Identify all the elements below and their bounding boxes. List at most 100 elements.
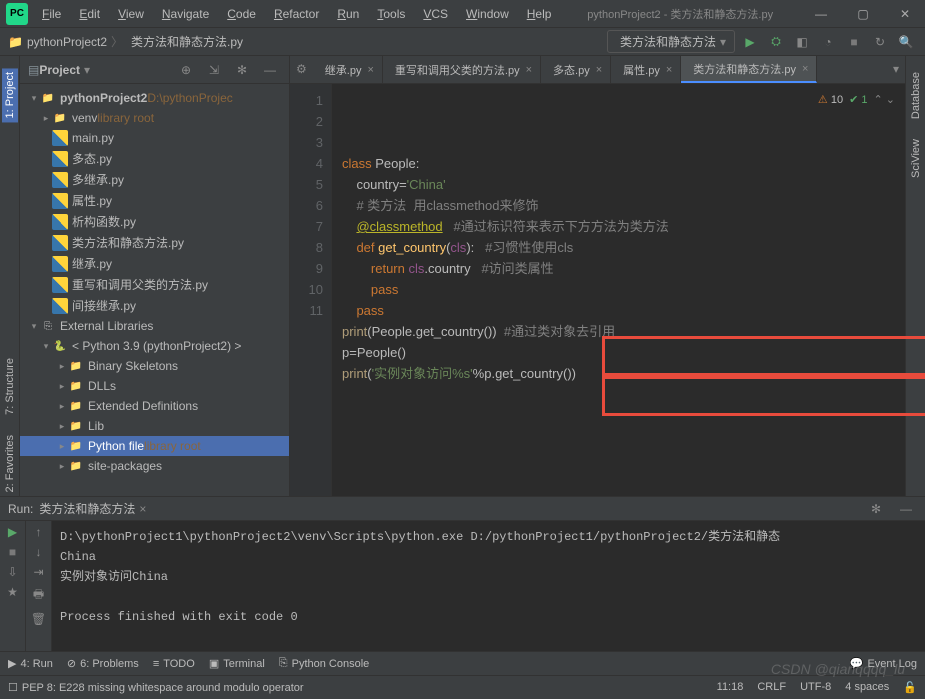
stop-button[interactable]: ■ (843, 31, 865, 53)
coverage-button[interactable]: ◧ (791, 31, 813, 53)
tree-node[interactable]: ▸📁Python file library root (20, 436, 289, 456)
tree-node[interactable]: 析构函数.py (20, 211, 289, 232)
run-label: Run: (8, 502, 33, 516)
tree-node[interactable]: 重写和调用父类的方法.py (20, 274, 289, 295)
title-bar: PC FileEditViewNavigateCodeRefactorRunTo… (0, 0, 925, 28)
favorites-tool-tab[interactable]: 2: Favorites (2, 431, 18, 496)
status-bar: ☐ PEP 8: E228 missing whitespace around … (0, 675, 925, 699)
tree-node[interactable]: 类方法和静态方法.py (20, 232, 289, 253)
checks-badge[interactable]: ✔ 1 (849, 90, 867, 111)
menu-bar: FileEditViewNavigateCodeRefactorRunTools… (34, 3, 559, 25)
expand-icon[interactable]: ⇲ (203, 59, 225, 81)
menu-tools[interactable]: Tools (369, 3, 413, 25)
tree-node[interactable]: 继承.py (20, 253, 289, 274)
run-hide-icon[interactable]: — (895, 498, 917, 520)
hide-panel-icon[interactable]: — (259, 59, 281, 81)
editor-tabs: ⚙ 继承.py×重写和调用父类的方法.py×多态.py×属性.py×类方法和静态… (290, 56, 905, 84)
project-header-title: Project (39, 63, 80, 77)
editor-area: ⚙ 继承.py×重写和调用父类的方法.py×多态.py×属性.py×类方法和静态… (290, 56, 905, 496)
tree-node[interactable]: ▸📁DLLs (20, 376, 289, 396)
tree-node[interactable]: 多态.py (20, 148, 289, 169)
maximize-button[interactable]: ▢ (843, 0, 883, 28)
editor-tab[interactable]: 继承.py× (313, 56, 383, 83)
scroll-down-icon[interactable]: ↓ (36, 545, 42, 559)
tree-node[interactable]: 多继承.py (20, 169, 289, 190)
tree-node[interactable]: ▾⎘External Libraries (20, 316, 289, 336)
warnings-badge[interactable]: 10 (818, 90, 843, 111)
minimize-button[interactable]: — (801, 0, 841, 28)
line-number-gutter: 1234567891011 (290, 84, 332, 496)
clear-icon[interactable]: 🗑 (31, 612, 46, 626)
locate-icon[interactable]: ⊕ (175, 59, 197, 81)
rerun-button[interactable]: ▶ (8, 525, 17, 539)
python-console-tool-button[interactable]: ⎘ Python Console (279, 657, 369, 670)
navigation-bar: 📁 pythonProject2 〉 类方法和静态方法.py 类方法和静态方法 … (0, 28, 925, 56)
run-configuration-dropdown[interactable]: 类方法和静态方法 ▾ (607, 30, 735, 53)
bottom-tool-stripe: ▶ 4: Run ⊘ 6: Problems ≡ TODO ▣ Terminal… (0, 651, 925, 675)
run-output[interactable]: D:\pythonProject1\pythonProject2\venv\Sc… (52, 521, 925, 651)
run-tool-window: Run: 类方法和静态方法 × ✻ — ▶ ■ ⇩ ★ ↑ ↓ ⇥ 🖶 🗑 D:… (0, 496, 925, 651)
breadcrumb[interactable]: 📁 pythonProject2 〉 类方法和静态方法.py (8, 33, 243, 50)
run-button[interactable]: ▶ (739, 31, 761, 53)
right-tool-stripe: Database SciView (905, 56, 925, 496)
editor-tab[interactable]: 属性.py× (611, 56, 681, 83)
tree-node[interactable]: ▸📁venv library root (20, 108, 289, 128)
menu-window[interactable]: Window (458, 3, 517, 25)
crumb-root: pythonProject2 (27, 35, 107, 49)
tree-node[interactable]: 间接继承.py (20, 295, 289, 316)
menu-code[interactable]: Code (219, 3, 264, 25)
tree-node[interactable]: ▾🐍< Python 3.9 (pythonProject2) > (20, 336, 289, 356)
code-content[interactable]: 10 ✔ 1 ⌃ ⌄ class People: country='China'… (332, 84, 905, 496)
menu-view[interactable]: View (110, 3, 152, 25)
problems-tool-button[interactable]: ⊘ 6: Problems (67, 657, 139, 670)
soft-wrap-icon[interactable]: ⇥ (33, 565, 43, 579)
print-icon[interactable]: 🖶 (33, 585, 44, 606)
tabs-dropdown-icon[interactable]: ▾ (887, 56, 905, 83)
tree-node[interactable]: ▸📁site-packages (20, 456, 289, 476)
search-everywhere-icon[interactable]: 🔍 (895, 31, 917, 53)
menu-file[interactable]: File (34, 3, 69, 25)
settings-icon[interactable]: ✻ (231, 59, 253, 81)
tabs-settings-icon[interactable]: ⚙ (290, 56, 313, 83)
menu-navigate[interactable]: Navigate (154, 3, 217, 25)
structure-tool-tab[interactable]: 7: Structure (2, 354, 18, 419)
inspection-chevron-icon[interactable]: ⌃ ⌄ (874, 90, 896, 111)
menu-refactor[interactable]: Refactor (266, 3, 327, 25)
todo-tool-button[interactable]: ≡ TODO (153, 658, 195, 670)
project-tool-tab[interactable]: 1: Project (2, 68, 18, 122)
scroll-up-icon[interactable]: ↑ (36, 525, 42, 539)
menu-help[interactable]: Help (519, 3, 560, 25)
database-tool-tab[interactable]: Database (908, 68, 924, 123)
stop-run-button[interactable]: ■ (9, 545, 16, 559)
tree-node[interactable]: main.py (20, 128, 289, 148)
event-log-button[interactable]: 💬 Event Log (850, 657, 917, 670)
tree-node[interactable]: ▸📁Extended Definitions (20, 396, 289, 416)
tree-node[interactable]: ▸📁Binary Skeletons (20, 356, 289, 376)
editor-tab[interactable]: 重写和调用父类的方法.py× (383, 56, 541, 83)
app-logo-icon: PC (6, 3, 28, 25)
menu-run[interactable]: Run (329, 3, 367, 25)
exit-button[interactable]: ⇩ (7, 565, 17, 579)
update-button[interactable]: ↻ (869, 31, 891, 53)
terminal-tool-button[interactable]: ▣ Terminal (209, 657, 265, 670)
run-tool-button[interactable]: ▶ 4: Run (8, 657, 53, 670)
tree-node[interactable]: ▸📁Lib (20, 416, 289, 436)
code-editor[interactable]: 1234567891011 10 ✔ 1 ⌃ ⌄ class People: c… (290, 84, 905, 496)
menu-vcs[interactable]: VCS (415, 3, 456, 25)
menu-edit[interactable]: Edit (71, 3, 108, 25)
debug-button[interactable]: ⛭ (765, 31, 787, 53)
profile-button[interactable]: ◔ (817, 31, 839, 53)
close-window-button[interactable]: ✕ (885, 0, 925, 28)
editor-tab[interactable]: 类方法和静态方法.py× (681, 56, 817, 83)
sciview-tool-tab[interactable]: SciView (908, 135, 924, 182)
tree-node[interactable]: ▾📁pythonProject2 D:\pythonProjec (20, 88, 289, 108)
run-tab-name: 类方法和静态方法 (39, 500, 135, 517)
pin-icon[interactable]: ★ (7, 585, 18, 599)
project-tool-window: ▤ Project ▾ ⊕ ⇲ ✻ — ▾📁pythonProject2 D:\… (20, 56, 290, 496)
window-title: pythonProject2 - 类方法和静态方法.py (559, 6, 801, 22)
editor-tab[interactable]: 多态.py× (541, 56, 611, 83)
tree-node[interactable]: 属性.py (20, 190, 289, 211)
crumb-file: 类方法和静态方法.py (131, 33, 243, 50)
project-tree[interactable]: ▾📁pythonProject2 D:\pythonProjec▸📁venv l… (20, 84, 289, 496)
run-settings-icon[interactable]: ✻ (865, 498, 887, 520)
